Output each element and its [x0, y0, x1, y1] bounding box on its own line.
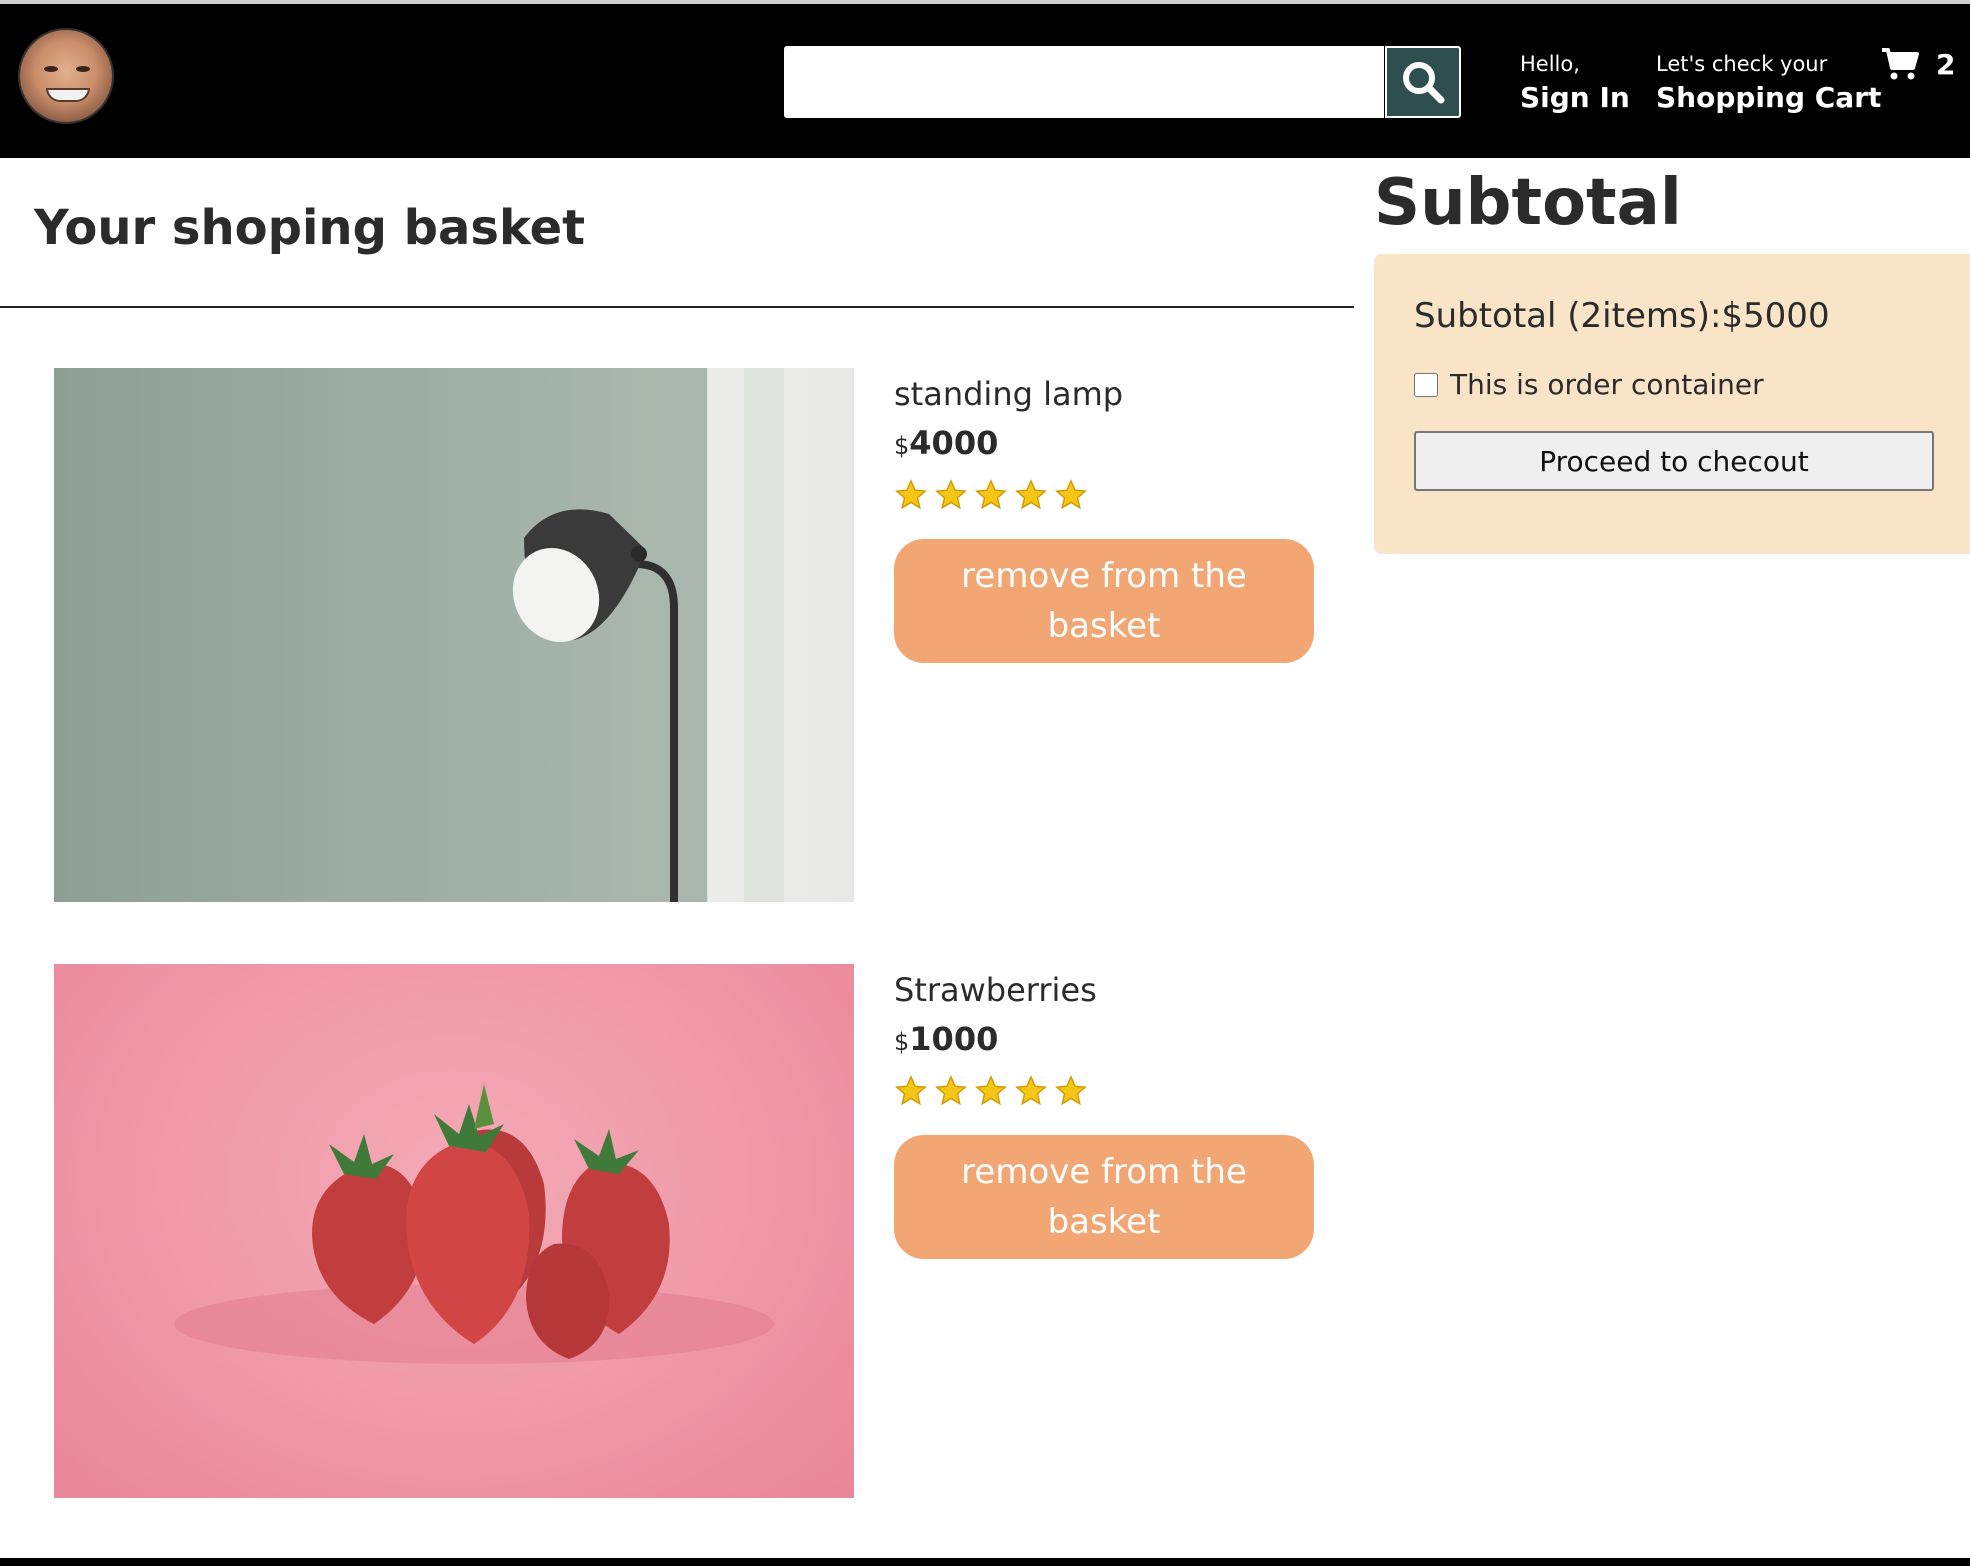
product-price: $4000	[894, 422, 1334, 467]
basket-item: standing lamp $4000 remove from the bask…	[54, 368, 1354, 908]
product-info: Strawberries $1000 remove from the baske…	[894, 964, 1334, 1259]
product-rating	[894, 1073, 1334, 1109]
greeting-text: Hello,	[1520, 52, 1580, 76]
proceed-to-checkout-button[interactable]: Proceed to checout	[1414, 431, 1934, 491]
subtotal-summary: Subtotal (2items):$5000	[1414, 296, 1830, 336]
price-amount: 1000	[909, 1020, 999, 1058]
currency-symbol: $	[894, 1028, 910, 1056]
search-button[interactable]	[1385, 46, 1461, 118]
product-info: standing lamp $4000 remove from the bask…	[894, 368, 1334, 663]
order-container-option[interactable]: This is order container	[1414, 368, 1930, 401]
top-header: Hello, Sign In Let's check your Shopping…	[0, 4, 1970, 158]
bottom-border	[0, 1558, 1970, 1566]
subtotal-heading: Subtotal	[1374, 166, 1682, 240]
strawberries-picture	[174, 1084, 774, 1364]
star-icon	[975, 479, 1007, 510]
cart-prompt-text: Let's check your	[1656, 52, 1828, 76]
product-price: $1000	[894, 1018, 1334, 1063]
shopping-cart-text: Shopping Cart	[1656, 81, 1882, 114]
star-icon	[1055, 479, 1087, 510]
star-icon	[895, 479, 927, 510]
price-amount: 4000	[909, 424, 999, 462]
sign-in-text: Sign In	[1520, 81, 1630, 114]
star-icon	[895, 1075, 927, 1106]
avatar-mouth	[46, 88, 90, 102]
currency-symbol: $	[894, 432, 910, 460]
star-icon	[1055, 1075, 1087, 1106]
remove-from-basket-button[interactable]: remove from the basket	[894, 539, 1314, 663]
basket-item: Strawberries $1000 remove from the baske…	[54, 964, 1354, 1504]
logo-avatar[interactable]	[18, 28, 114, 124]
sign-in-link[interactable]: Hello, Sign In	[1520, 50, 1630, 118]
star-icon	[1015, 479, 1047, 510]
avatar-eye	[76, 66, 90, 72]
product-title: standing lamp	[894, 375, 1124, 413]
subtotal-panel: Subtotal (2items):$5000 This is order co…	[1374, 254, 1970, 554]
order-container-label: This is order container	[1450, 368, 1764, 401]
star-icon	[935, 1075, 967, 1106]
star-icon	[1015, 1075, 1047, 1106]
star-icon	[935, 479, 967, 510]
search-icon	[1403, 62, 1445, 104]
lamp-picture	[512, 368, 784, 902]
search-input[interactable]	[784, 46, 1384, 118]
product-rating	[894, 477, 1334, 513]
product-image-strawberries	[54, 964, 854, 1498]
cart-icon	[1882, 48, 1919, 80]
shopping-cart-link[interactable]: Let's check your Shopping Cart	[1656, 50, 1881, 118]
basket-button[interactable]: 2	[1880, 46, 1955, 82]
product-title: Strawberries	[894, 971, 1097, 1009]
avatar-eye	[44, 66, 58, 72]
title-divider	[0, 306, 1354, 308]
page-title: Your shoping basket	[34, 200, 586, 256]
star-icon	[975, 1075, 1007, 1106]
product-image-lamp	[54, 368, 854, 902]
remove-from-basket-button[interactable]: remove from the basket	[894, 1135, 1314, 1259]
order-container-checkbox[interactable]	[1414, 372, 1438, 397]
basket-count: 2	[1936, 47, 1956, 81]
